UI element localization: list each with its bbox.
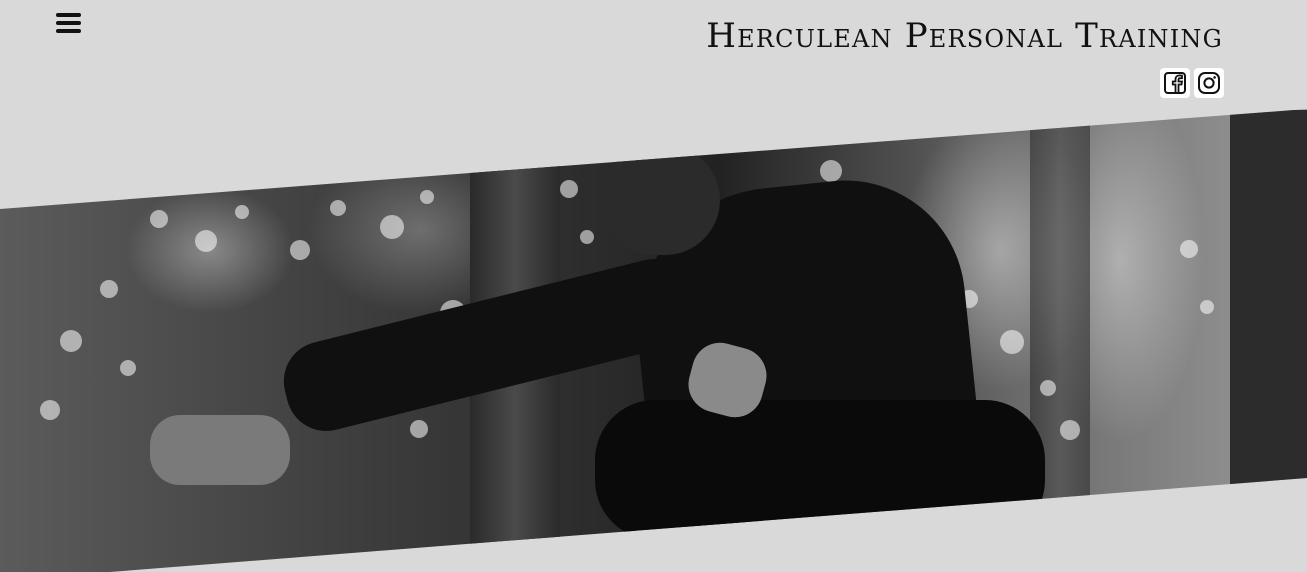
hero-bokeh [40, 400, 60, 420]
hero-bokeh [820, 160, 842, 182]
hero-bokeh [60, 330, 82, 352]
hero-bokeh [1000, 330, 1024, 354]
hero-person-head [600, 145, 720, 255]
hero-bokeh [1180, 240, 1198, 258]
facebook-icon[interactable] [1160, 68, 1190, 98]
hero-bokeh [100, 280, 118, 298]
hero-image [0, 109, 1307, 572]
hero-bokeh [410, 420, 428, 438]
hero-person-legs [595, 400, 1045, 540]
hero-bokeh [150, 210, 168, 228]
hero-bokeh [560, 180, 578, 198]
hero-person-hands [150, 415, 290, 485]
hero-bokeh [580, 230, 594, 244]
hero-bokeh [380, 215, 404, 239]
hero-bokeh [235, 205, 249, 219]
menu-bar [56, 29, 81, 33]
page: Herculean Personal Training [0, 0, 1307, 572]
hero-bokeh [1060, 420, 1080, 440]
instagram-icon-graphic [1198, 72, 1220, 94]
facebook-icon-graphic [1164, 72, 1186, 94]
hero-bokeh [330, 200, 346, 216]
menu-icon[interactable] [55, 11, 83, 35]
hero-tree [1230, 110, 1307, 490]
hero-bokeh [1040, 380, 1056, 396]
hero-bokeh [1200, 300, 1214, 314]
hero-bokeh [120, 360, 136, 376]
menu-bar [56, 13, 81, 17]
hero-bokeh [420, 190, 434, 204]
hero-bokeh [290, 240, 310, 260]
social-links [1160, 68, 1224, 98]
site-title[interactable]: Herculean Personal Training [706, 16, 1223, 56]
hero-bokeh [195, 230, 217, 252]
instagram-icon[interactable] [1194, 68, 1224, 98]
menu-bar [56, 21, 81, 25]
